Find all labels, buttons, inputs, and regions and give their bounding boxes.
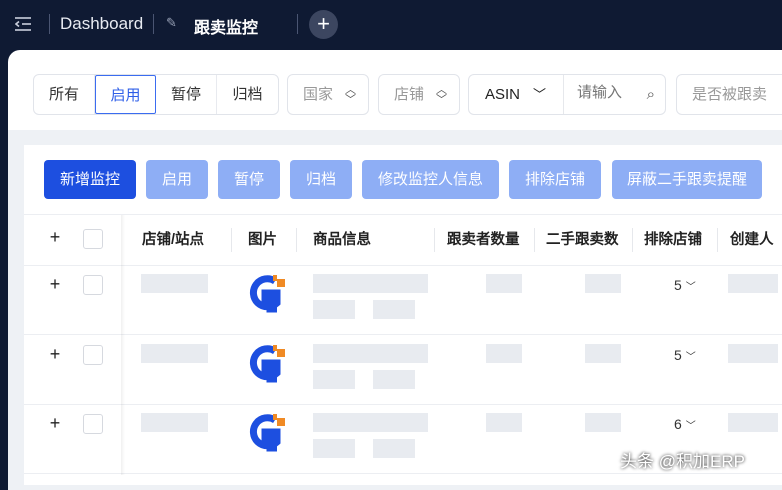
- product-meta-placeholder: [313, 300, 355, 319]
- creator-placeholder: [728, 413, 778, 432]
- followed-select[interactable]: 是否被跟卖: [676, 74, 782, 115]
- divider: [534, 228, 535, 252]
- expand-row-icon[interactable]: +: [46, 414, 64, 433]
- followers-placeholder: [486, 413, 522, 432]
- divider: [153, 14, 154, 34]
- store-label: 店铺: [394, 86, 425, 103]
- chevron-down-icon: ﹀: [533, 87, 547, 102]
- product-meta-placeholder: [313, 439, 355, 458]
- tab-dashboard[interactable]: Dashboard: [60, 14, 143, 34]
- excluded-stores-dropdown[interactable]: 5 ﹀: [674, 277, 696, 293]
- divider: [24, 403, 782, 405]
- excluded-count: 5: [674, 346, 682, 363]
- product-meta-placeholder: [373, 439, 415, 458]
- col-creator: 创建人: [730, 232, 774, 248]
- followers-placeholder: [486, 343, 522, 363]
- tab-follow-monitor[interactable]: 跟卖监控: [194, 14, 258, 38]
- col-used-followers: 二手跟卖数: [546, 232, 619, 248]
- country-label: 国家: [303, 86, 334, 103]
- divider: [24, 265, 782, 266]
- add-tab-button[interactable]: +: [309, 10, 338, 39]
- sort-icon: ︿ ﹀: [436, 84, 447, 106]
- product-title-placeholder: [313, 274, 428, 293]
- divider: [296, 228, 297, 252]
- used-followers-placeholder: [585, 413, 621, 432]
- product-meta-placeholder: [313, 369, 355, 389]
- store-select[interactable]: 店铺 ︿ ﹀: [378, 74, 460, 115]
- status-paused[interactable]: 暂停: [156, 75, 217, 114]
- status-filter: 所有 启用 暂停 归档: [33, 74, 279, 115]
- pause-button[interactable]: 暂停: [218, 160, 280, 199]
- status-all[interactable]: 所有: [34, 75, 95, 114]
- row-checkbox[interactable]: [83, 414, 103, 434]
- divider: [632, 228, 633, 252]
- sort-icon: ︿ ﹀: [345, 84, 356, 106]
- excluded-stores-dropdown[interactable]: 5 ﹀: [674, 347, 696, 363]
- search-type-select[interactable]: ASIN: [485, 86, 520, 103]
- chevron-down-icon: ﹀: [685, 282, 696, 293]
- product-image[interactable]: [247, 273, 285, 313]
- sticky-column-shadow: [121, 215, 125, 475]
- watermark: 头条 @积加ERP: [620, 452, 745, 471]
- used-followers-placeholder: [585, 343, 621, 363]
- hide-used-alert-button[interactable]: 屏蔽二手跟卖提醒: [612, 160, 762, 199]
- status-enabled[interactable]: 启用: [95, 75, 156, 114]
- product-meta-placeholder: [373, 300, 415, 319]
- divider: [297, 14, 298, 34]
- exclude-store-button[interactable]: 排除店铺: [509, 160, 601, 199]
- divider: [563, 75, 564, 114]
- excluded-stores-dropdown[interactable]: 6 ﹀: [674, 416, 696, 432]
- product-title-placeholder: [313, 413, 428, 432]
- search-icon[interactable]: ⌕: [647, 75, 655, 114]
- col-followers: 跟卖者数量: [447, 232, 520, 248]
- chevron-down-icon: ﹀: [685, 351, 696, 363]
- store-placeholder: [141, 343, 208, 363]
- followed-label: 是否被跟卖: [692, 86, 768, 103]
- divider: [49, 14, 50, 34]
- col-excluded-stores: 排除店铺: [644, 232, 702, 248]
- row-checkbox[interactable]: [83, 344, 103, 365]
- top-bar: Dashboard ✎ 跟卖监控 +: [0, 0, 782, 50]
- divider: [24, 473, 782, 474]
- edit-monitor-button[interactable]: 修改监控人信息: [362, 160, 499, 199]
- select-all-checkbox[interactable]: [83, 229, 103, 249]
- used-followers-placeholder: [585, 274, 621, 293]
- col-product: 商品信息: [313, 232, 371, 248]
- divider: [717, 228, 718, 252]
- chevron-down-icon: ﹀: [685, 421, 696, 432]
- expand-row-icon[interactable]: +: [46, 345, 64, 364]
- product-image[interactable]: [247, 412, 285, 452]
- divider: [231, 228, 232, 252]
- collapse-menu-icon[interactable]: [15, 17, 31, 31]
- excluded-count: 5: [674, 277, 682, 293]
- product-image[interactable]: [247, 343, 285, 383]
- creator-placeholder: [728, 343, 778, 363]
- product-title-placeholder: [313, 343, 428, 363]
- row-checkbox[interactable]: [83, 275, 103, 295]
- expand-row-icon[interactable]: +: [46, 275, 64, 294]
- col-image: 图片: [248, 232, 277, 248]
- divider: [24, 334, 782, 335]
- search-input[interactable]: [577, 84, 637, 101]
- product-meta-placeholder: [373, 369, 415, 389]
- archive-button[interactable]: 归档: [290, 160, 352, 199]
- excluded-count: 6: [674, 416, 682, 432]
- expand-all-icon[interactable]: +: [46, 228, 64, 247]
- add-monitor-button[interactable]: 新增监控: [44, 160, 136, 199]
- search-group: ASIN ﹀ ⌕: [468, 74, 666, 115]
- divider: [434, 228, 435, 252]
- country-select[interactable]: 国家 ︿ ﹀: [287, 74, 369, 115]
- col-store: 店铺/站点: [142, 232, 205, 248]
- creator-placeholder: [728, 274, 778, 293]
- enable-button[interactable]: 启用: [146, 160, 208, 199]
- store-placeholder: [141, 413, 208, 432]
- pin-icon[interactable]: ✎: [166, 15, 177, 31]
- followers-placeholder: [486, 274, 522, 293]
- store-placeholder: [141, 274, 208, 293]
- status-archived[interactable]: 归档: [217, 75, 278, 114]
